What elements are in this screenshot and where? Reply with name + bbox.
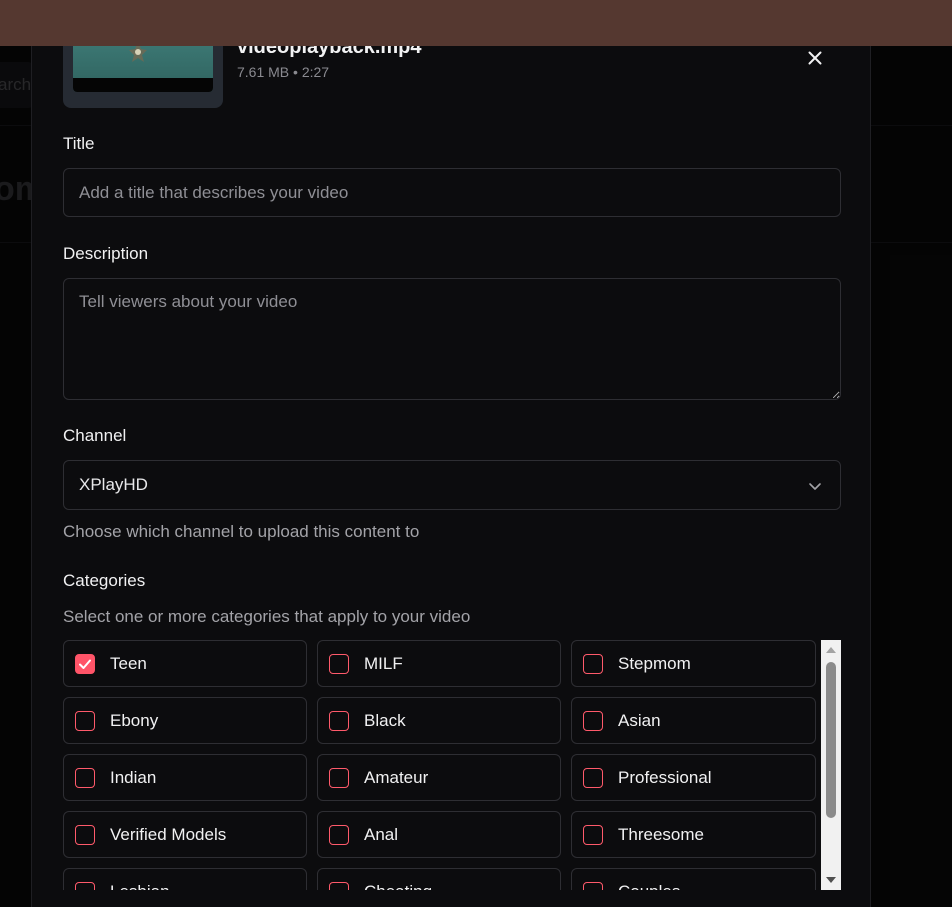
categories-list: Teen MILF Stepmom Ebony Black Asian Indi… [63, 640, 841, 890]
description-textarea[interactable] [63, 278, 841, 400]
description-label: Description [63, 244, 149, 263]
file-meta: 7.61 MB • 2:27 [237, 64, 330, 80]
category-option[interactable]: Professional [571, 754, 816, 801]
category-label: Indian [110, 767, 157, 787]
category-option[interactable]: Threesome [571, 811, 816, 858]
channel-selected-value: XPlayHD [79, 475, 148, 494]
category-option[interactable]: Anal [317, 811, 561, 858]
category-option[interactable]: Indian [63, 754, 307, 801]
categories-grid: Teen MILF Stepmom Ebony Black Asian Indi… [63, 640, 816, 890]
category-option[interactable]: Teen [63, 640, 307, 687]
category-option[interactable]: Ebony [63, 697, 307, 744]
category-label: Verified Models [110, 824, 227, 844]
checkbox-icon[interactable] [75, 824, 95, 845]
category-label: Stepmom [618, 653, 691, 673]
category-label: Lesbian [110, 882, 170, 891]
category-label: Professional [618, 767, 712, 787]
title-label: Title [63, 134, 95, 153]
category-label: Cheating [364, 882, 432, 891]
thumbnail-letterbox [73, 78, 213, 92]
category-label: Asian [618, 710, 661, 730]
category-option[interactable]: Stepmom [571, 640, 816, 687]
title-input[interactable] [63, 168, 841, 217]
close-icon [808, 51, 822, 65]
category-option[interactable]: MILF [317, 640, 561, 687]
categories-hint: Select one or more categories that apply… [63, 607, 471, 626]
category-label: Threesome [618, 824, 704, 844]
category-option[interactable]: Asian [571, 697, 816, 744]
category-label: Ebony [110, 710, 159, 730]
category-label: Amateur [364, 767, 429, 787]
checkbox-icon[interactable] [329, 767, 349, 788]
category-label: MILF [364, 653, 403, 673]
checkbox-icon[interactable] [329, 710, 349, 731]
category-option[interactable]: Couples [571, 868, 816, 890]
checkbox-icon[interactable] [75, 881, 95, 890]
checkbox-icon[interactable] [329, 824, 349, 845]
categories-scrollbar[interactable] [821, 640, 841, 890]
category-option[interactable]: Lesbian [63, 868, 307, 890]
category-label: Black [364, 710, 406, 730]
category-label: Anal [364, 824, 399, 844]
checkbox-icon[interactable] [583, 767, 603, 788]
scroll-down-arrow-icon[interactable] [821, 872, 841, 888]
checkbox-checked-icon[interactable] [75, 653, 95, 674]
top-bar [0, 0, 952, 46]
category-option[interactable]: Verified Models [63, 811, 307, 858]
checkbox-icon[interactable] [75, 767, 95, 788]
checkbox-icon[interactable] [583, 881, 603, 890]
category-label: Teen [110, 653, 147, 673]
checkbox-icon[interactable] [75, 710, 95, 731]
checkbox-icon[interactable] [583, 710, 603, 731]
category-option[interactable]: Amateur [317, 754, 561, 801]
category-label: Couples [618, 882, 680, 891]
category-option[interactable]: Black [317, 697, 561, 744]
category-option[interactable]: Cheating [317, 868, 561, 890]
channel-select[interactable]: XPlayHD [63, 460, 841, 510]
channel-hint: Choose which channel to upload this cont… [63, 522, 420, 541]
checkbox-icon[interactable] [329, 881, 349, 890]
channel-label: Channel [63, 426, 127, 445]
checkbox-icon[interactable] [329, 653, 349, 674]
scrollbar-thumb[interactable] [826, 662, 836, 818]
scroll-up-arrow-icon[interactable] [821, 642, 841, 658]
categories-label: Categories [63, 571, 146, 590]
close-button[interactable] [802, 45, 828, 71]
chevron-down-icon [809, 483, 821, 490]
checkbox-icon[interactable] [583, 824, 603, 845]
upload-modal: videoplayback.mp4 7.61 MB • 2:27 Title D… [31, 0, 871, 907]
checkbox-icon[interactable] [583, 653, 603, 674]
